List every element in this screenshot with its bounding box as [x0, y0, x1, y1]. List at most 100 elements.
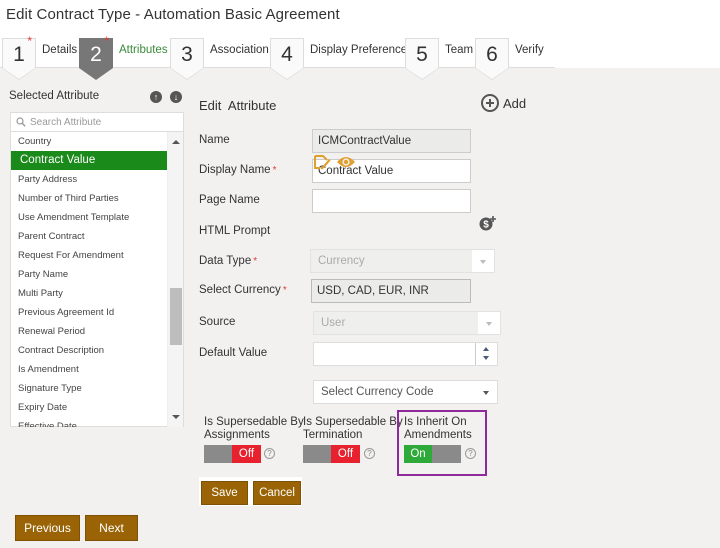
add-button[interactable]: Add: [481, 94, 526, 112]
list-item[interactable]: Effective Date: [11, 417, 168, 427]
list-item[interactable]: Expiry Date: [11, 398, 168, 417]
list-item[interactable]: Renewal Period: [11, 322, 168, 341]
list-item[interactable]: Previous Agreement Id: [11, 303, 168, 322]
list-item[interactable]: Use Amendment Template: [11, 208, 168, 227]
help-icon[interactable]: ?: [364, 448, 375, 459]
step-verify[interactable]: 6 Verify: [475, 38, 549, 80]
arrow-up-circle-icon[interactable]: ↑: [150, 91, 162, 103]
toggle-state: Off: [331, 445, 360, 463]
list-item[interactable]: Contract Description: [11, 341, 168, 360]
currency-code-placeholder: Select Currency Code: [321, 386, 434, 398]
required-star: *: [27, 34, 32, 48]
chevron-down-icon: [475, 381, 497, 403]
name-label: Name: [199, 134, 230, 146]
plus-circle-icon: [481, 94, 499, 112]
data-type-value: Currency: [318, 255, 365, 267]
list-item[interactable]: Is Amendment: [11, 360, 168, 379]
select-currency-field[interactable]: USD, CAD, EUR, INR: [311, 279, 471, 303]
selected-attribute-header: Selected Attribute: [9, 90, 100, 102]
list-item[interactable]: Country: [11, 132, 168, 151]
scroll-thumb[interactable]: [170, 288, 182, 345]
page-name-label: Page Name: [199, 194, 260, 206]
name-field: ICMContractValue: [312, 129, 471, 153]
data-type-select[interactable]: Currency: [310, 249, 495, 273]
toggle-track: [303, 445, 331, 463]
number-spinner[interactable]: [475, 343, 497, 365]
arrow-down-circle-icon[interactable]: ↓: [170, 91, 182, 103]
data-type-label: Data Type *: [199, 255, 258, 267]
next-button[interactable]: Next: [85, 515, 138, 541]
toggle-track: [204, 445, 232, 463]
attribute-list-panel: Search Attribute Country Contract Value …: [10, 112, 184, 427]
step-label: Display Preference: [310, 44, 408, 56]
step-number: 6: [475, 38, 509, 80]
spin-up-icon[interactable]: [483, 347, 489, 351]
toggle-state: On: [404, 445, 432, 463]
step-label: Verify: [515, 44, 544, 56]
select-currency-label: Select Currency *: [199, 284, 287, 296]
add-label: Add: [503, 95, 527, 111]
list-item[interactable]: Party Address: [11, 170, 168, 189]
page-name-input[interactable]: [312, 189, 471, 213]
supersedable-assignments-toggle[interactable]: Off: [204, 445, 261, 463]
step-display-preference[interactable]: 4 Display Preference: [270, 38, 412, 80]
help-icon[interactable]: ?: [465, 448, 476, 459]
spin-down-icon[interactable]: [483, 356, 489, 360]
step-attributes[interactable]: 2 * Attributes: [79, 34, 173, 80]
step-number: 2 *: [79, 34, 113, 80]
main-content: Selected Attribute ↑ ↓ Search Attribute …: [0, 68, 720, 548]
supersedable-termination-label: Is Supersedable By Termination: [303, 416, 403, 441]
required-star: *: [104, 34, 109, 48]
scroll-down-icon[interactable]: [172, 415, 180, 419]
preview-eye-icon[interactable]: [336, 155, 356, 169]
chevron-down-icon: [472, 250, 494, 272]
step-number: 1 *: [2, 34, 36, 80]
scroll-up-icon[interactable]: [172, 140, 180, 144]
previous-button[interactable]: Previous: [15, 515, 80, 541]
toggle-track: [432, 445, 461, 463]
display-name-label: Display Name *: [199, 164, 277, 176]
inherit-amendments-label: Is Inherit On Amendments: [404, 416, 472, 441]
list-item[interactable]: Parent Contract: [11, 227, 168, 246]
save-button[interactable]: Save: [201, 481, 248, 505]
supersedable-assignments-label: Is Supersedable By Assignments: [204, 416, 304, 441]
list-item[interactable]: Request For Amendment: [11, 246, 168, 265]
step-label: Association: [210, 44, 269, 56]
step-details[interactable]: 1 * Details: [2, 34, 82, 80]
attribute-list: Country Contract Value Party Address Num…: [11, 132, 168, 427]
default-value-label: Default Value: [199, 347, 268, 359]
list-item[interactable]: Number of Third Parties: [11, 189, 168, 208]
step-label: Attributes: [119, 44, 168, 56]
step-label: Team: [445, 44, 474, 56]
source-select[interactable]: User: [313, 311, 501, 335]
currency-code-select[interactable]: Select Currency Code: [313, 380, 498, 404]
wizard-steps: 1 * Details 2 * Attributes 3 Association 4…: [0, 34, 720, 80]
list-item-selected[interactable]: Contract Value: [11, 151, 168, 170]
step-team[interactable]: 5 Team: [405, 38, 478, 80]
add-currency-icon[interactable]: $: [479, 215, 497, 231]
supersedable-termination-toggle[interactable]: Off: [303, 445, 360, 463]
step-association[interactable]: 3 Association: [170, 38, 274, 80]
list-scrollbar[interactable]: [167, 132, 183, 427]
search-attribute-input[interactable]: Search Attribute: [11, 113, 183, 132]
step-number: 5: [405, 38, 439, 80]
search-icon: [16, 117, 26, 127]
search-placeholder: Search Attribute: [30, 116, 102, 128]
page-title: Edit Contract Type - Automation Basic Ag…: [6, 6, 340, 23]
cancel-button[interactable]: Cancel: [253, 481, 301, 505]
list-item[interactable]: Signature Type: [11, 379, 168, 398]
default-value-input[interactable]: [313, 342, 498, 366]
list-item[interactable]: Multi Party: [11, 284, 168, 303]
step-number: 3: [170, 38, 204, 80]
inherit-amendments-toggle[interactable]: On: [404, 445, 461, 463]
source-value: User: [321, 317, 346, 329]
help-icon[interactable]: ?: [264, 448, 275, 459]
list-item[interactable]: Party Name: [11, 265, 168, 284]
edit-prompt-icon[interactable]: [313, 154, 331, 170]
html-prompt-label: HTML Prompt: [199, 225, 271, 237]
step-number: 4: [270, 38, 304, 80]
toggle-state: Off: [232, 445, 261, 463]
chevron-down-icon: [478, 312, 500, 334]
svg-text:$: $: [483, 220, 489, 231]
step-label: Details: [42, 44, 78, 56]
